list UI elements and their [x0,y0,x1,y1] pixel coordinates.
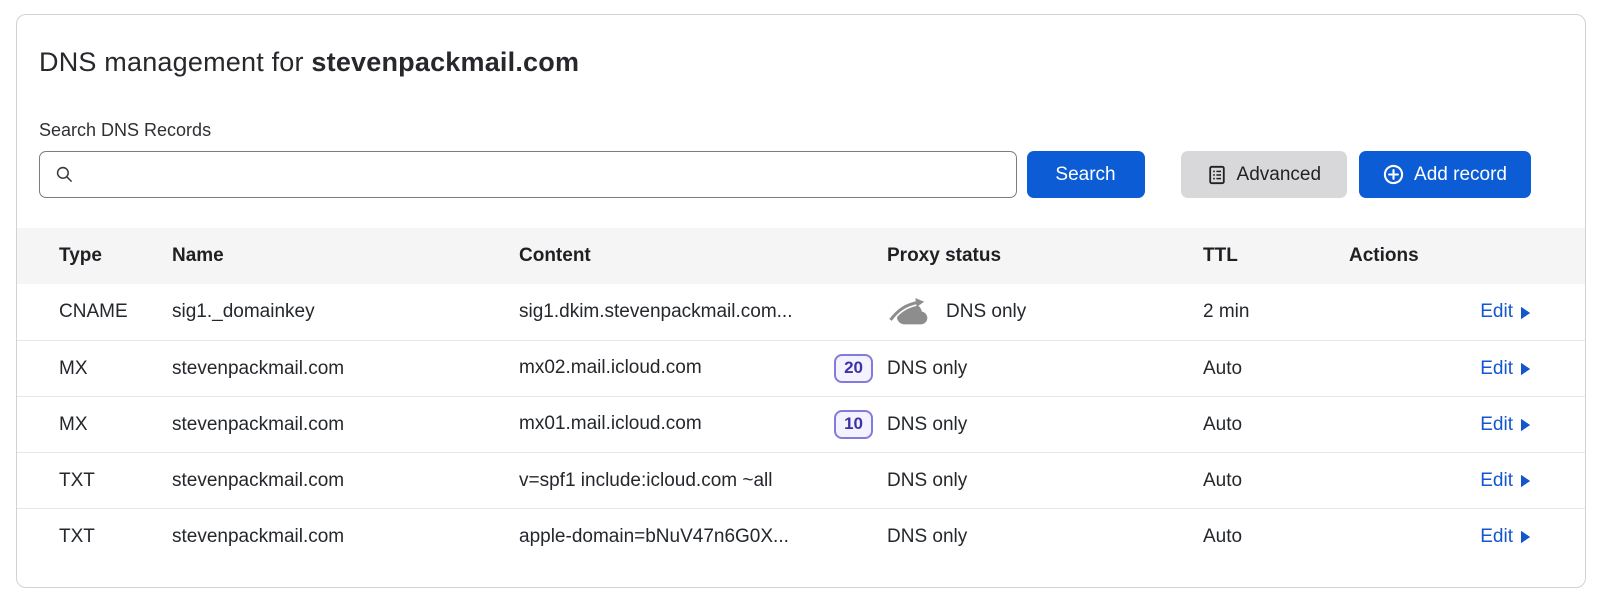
record-content-text: v=spf1 include:icloud.com ~all [519,470,772,492]
proxy-status-label: DNS only [887,526,967,548]
chevron-right-icon [1520,418,1531,432]
record-content-text: mx01.mail.icloud.com [519,413,702,435]
record-content: v=spf1 include:icloud.com ~all [519,470,887,492]
chevron-right-icon [1520,530,1531,544]
record-proxy-status: DNS only [887,358,1203,380]
chevron-right-icon [1520,306,1531,320]
list-icon [1207,165,1227,185]
record-content: mx01.mail.icloud.com 10 [519,410,887,438]
record-content: apple-domain=bNuV47n6G0X... [519,526,887,548]
record-proxy-status: DNS only [887,470,1203,492]
record-type: TXT [17,526,172,548]
search-box [39,151,1017,198]
search-input[interactable] [74,164,1016,185]
record-ttl: Auto [1203,414,1349,436]
table-row: MX stevenpackmail.com mx02.mail.icloud.c… [17,340,1585,396]
table-row: MX stevenpackmail.com mx01.mail.icloud.c… [17,396,1585,452]
table-row: TXT stevenpackmail.com v=spf1 include:ic… [17,452,1585,508]
search-button[interactable]: Search [1027,151,1145,198]
record-type: CNAME [17,301,172,323]
search-icon [55,165,74,184]
table-body: CNAME sig1._domainkey sig1.dkim.stevenpa… [17,284,1585,564]
edit-label: Edit [1480,526,1513,548]
table-row: TXT stevenpackmail.com apple-domain=bNuV… [17,508,1585,564]
record-type: MX [17,358,172,380]
column-header-name: Name [172,245,519,267]
mx-priority-badge: 20 [834,354,873,382]
column-header-actions: Actions [1349,245,1585,267]
record-actions: Edit [1349,358,1585,380]
record-name: stevenpackmail.com [172,526,519,548]
add-record-button-label: Add record [1414,164,1507,186]
proxy-status-label: DNS only [887,470,967,492]
record-type: TXT [17,470,172,492]
proxy-status-label: DNS only [887,358,967,380]
record-proxy-status: DNS only [887,414,1203,436]
record-name: stevenpackmail.com [172,358,519,380]
edit-label: Edit [1480,414,1513,436]
column-header-ttl: TTL [1203,245,1349,267]
record-ttl: Auto [1203,470,1349,492]
record-proxy-status: DNS only [887,296,1203,328]
dns-records-table: Type Name Content Proxy status TTL Actio… [17,228,1585,564]
record-ttl: 2 min [1203,301,1349,323]
table-row: CNAME sig1._domainkey sig1.dkim.stevenpa… [17,284,1585,340]
record-ttl: Auto [1203,358,1349,380]
edit-label: Edit [1480,301,1513,323]
chevron-right-icon [1520,474,1531,488]
page-title: DNS management for stevenpackmail.com [39,47,1531,78]
record-content-text: sig1.dkim.stevenpackmail.com... [519,301,793,323]
domain-name: stevenpackmail.com [311,47,579,77]
record-name: stevenpackmail.com [172,470,519,492]
add-record-button[interactable]: Add record [1359,151,1531,198]
record-proxy-status: DNS only [887,526,1203,548]
edit-record-button[interactable]: Edit [1480,414,1531,436]
proxy-status-label: DNS only [946,301,1026,323]
edit-record-button[interactable]: Edit [1480,358,1531,380]
proxy-status-label: DNS only [887,414,967,436]
page-title-prefix: DNS management for [39,47,311,77]
record-content-text: apple-domain=bNuV47n6G0X... [519,526,789,548]
plus-circle-icon [1383,164,1404,185]
mx-priority-badge: 10 [834,410,873,438]
edit-label: Edit [1480,470,1513,492]
record-name: stevenpackmail.com [172,414,519,436]
edit-label: Edit [1480,358,1513,380]
record-content: sig1.dkim.stevenpackmail.com... [519,301,887,323]
column-header-content: Content [519,245,887,267]
record-type: MX [17,414,172,436]
search-toolbar: Search Advanced [39,151,1531,198]
column-header-proxy-status: Proxy status [887,245,1203,267]
advanced-button[interactable]: Advanced [1181,151,1348,198]
edit-record-button[interactable]: Edit [1480,470,1531,492]
table-header-row: Type Name Content Proxy status TTL Actio… [17,228,1585,284]
record-actions: Edit [1349,470,1585,492]
advanced-button-label: Advanced [1237,164,1322,186]
edit-record-button[interactable]: Edit [1480,526,1531,548]
dns-only-cloud-icon [887,296,933,328]
record-name: sig1._domainkey [172,301,519,323]
record-actions: Edit [1349,414,1585,436]
chevron-right-icon [1520,362,1531,376]
dns-management-card: DNS management for stevenpackmail.com Se… [16,14,1586,588]
column-header-type: Type [17,245,172,267]
record-actions: Edit [1349,301,1585,323]
edit-record-button[interactable]: Edit [1480,301,1531,323]
search-label: Search DNS Records [39,120,1531,141]
record-actions: Edit [1349,526,1585,548]
record-content-text: mx02.mail.icloud.com [519,357,702,379]
record-content: mx02.mail.icloud.com 20 [519,354,887,382]
record-ttl: Auto [1203,526,1349,548]
